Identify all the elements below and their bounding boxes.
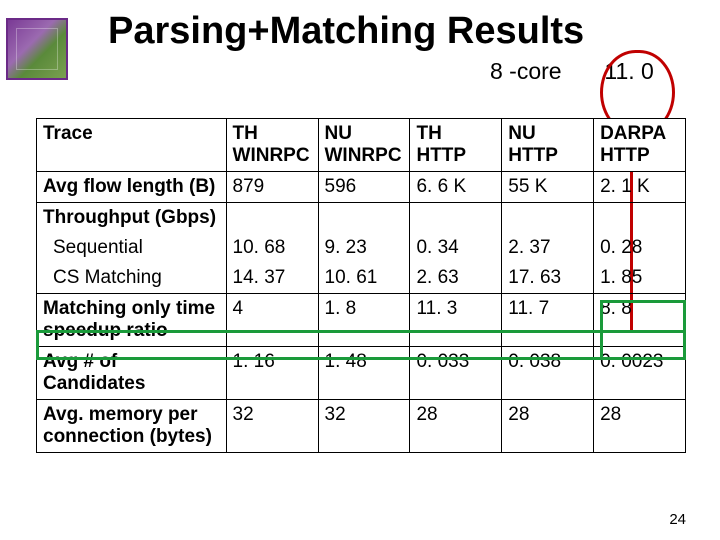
- cell: 1. 48: [318, 347, 410, 400]
- table-row: Throughput (Gbps): [37, 203, 686, 234]
- cell: 55 K: [502, 172, 594, 203]
- cell: 10. 68: [226, 233, 318, 263]
- cell: 10. 61: [318, 263, 410, 294]
- cell: 1. 16: [226, 347, 318, 400]
- page-title: Parsing+Matching Results: [108, 10, 584, 53]
- cell: 1. 8: [318, 294, 410, 347]
- row-label: Matching only time speedup ratio: [37, 294, 227, 347]
- table-row: Matching only time speedup ratio 4 1. 8 …: [37, 294, 686, 347]
- table-row: Avg. memory per connection (bytes) 32 32…: [37, 400, 686, 453]
- table-row: CS Matching 14. 37 10. 61 2. 63 17. 63 1…: [37, 263, 686, 294]
- col-nu-http: NU HTTP: [502, 119, 594, 172]
- cell: 0. 038: [502, 347, 594, 400]
- cell: 17. 63: [502, 263, 594, 294]
- row-label: Avg # of Candidates: [37, 347, 227, 400]
- cell: 2. 37: [502, 233, 594, 263]
- cell: 28: [410, 400, 502, 453]
- cell: 0. 34: [410, 233, 502, 263]
- cell: 0. 033: [410, 347, 502, 400]
- cell: 596: [318, 172, 410, 203]
- subtitle: 8 -core 11. 0: [490, 58, 654, 85]
- cell: 8. 8: [594, 294, 686, 347]
- row-label: Sequential: [37, 233, 227, 263]
- table-row: Avg flow length (B) 879 596 6. 6 K 55 K …: [37, 172, 686, 203]
- row-label: Throughput (Gbps): [37, 203, 227, 234]
- row-label: Avg. memory per connection (bytes): [37, 400, 227, 453]
- cell: 32: [226, 400, 318, 453]
- table-row: Sequential 10. 68 9. 23 0. 34 2. 37 0. 2…: [37, 233, 686, 263]
- row-label: CS Matching: [37, 263, 227, 294]
- highlight-value: 11. 0: [604, 58, 653, 84]
- cell: 0. 28: [594, 233, 686, 263]
- cell: 2. 1 K: [594, 172, 686, 203]
- cell: 2. 63: [410, 263, 502, 294]
- col-th-winrpc: TH WINRPC: [226, 119, 318, 172]
- cell: 28: [502, 400, 594, 453]
- logo-icon: [6, 18, 68, 80]
- subtitle-text: 8 -core: [490, 58, 562, 84]
- col-darpa-http: DARPA HTTP: [594, 119, 686, 172]
- cell: 28: [594, 400, 686, 453]
- col-th-http: TH HTTP: [410, 119, 502, 172]
- cell: 1. 85: [594, 263, 686, 294]
- cell: 11. 3: [410, 294, 502, 347]
- row-label: Avg flow length (B): [37, 172, 227, 203]
- table-row: Avg # of Candidates 1. 16 1. 48 0. 033 0…: [37, 347, 686, 400]
- col-nu-winrpc: NU WINRPC: [318, 119, 410, 172]
- cell: 6. 6 K: [410, 172, 502, 203]
- cell: 9. 23: [318, 233, 410, 263]
- col-trace: Trace: [37, 119, 227, 172]
- cell: 4: [226, 294, 318, 347]
- table-header-row: Trace TH WINRPC NU WINRPC TH HTTP NU HTT…: [37, 119, 686, 172]
- cell: 14. 37: [226, 263, 318, 294]
- cell: 11. 7: [502, 294, 594, 347]
- page-number: 24: [669, 511, 686, 528]
- cell: 879: [226, 172, 318, 203]
- cell: 32: [318, 400, 410, 453]
- cell: 0. 0023: [594, 347, 686, 400]
- results-table: Trace TH WINRPC NU WINRPC TH HTTP NU HTT…: [36, 118, 686, 453]
